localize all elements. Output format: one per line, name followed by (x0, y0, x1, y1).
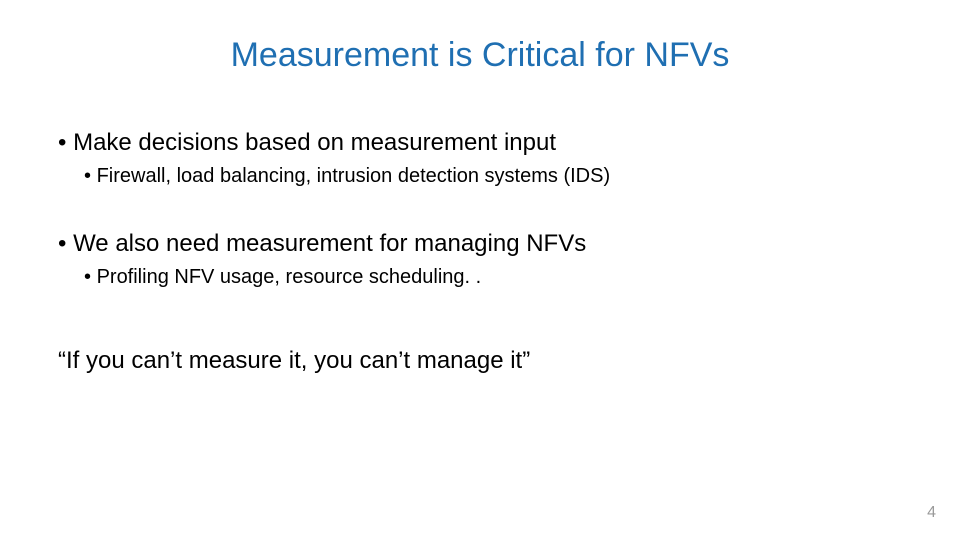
bullet-item: Make decisions based on measurement inpu… (58, 128, 902, 158)
sub-bullet-item: Firewall, load balancing, intrusion dete… (84, 164, 902, 189)
slide-title: Measurement is Critical for NFVs (0, 36, 960, 75)
slide: Measurement is Critical for NFVs Make de… (0, 0, 960, 540)
sub-bullet-item: Profiling NFV usage, resource scheduling… (84, 265, 902, 290)
page-number: 4 (927, 504, 936, 522)
bullet-item: We also need measurement for managing NF… (58, 229, 902, 259)
slide-body: Make decisions based on measurement inpu… (58, 128, 902, 376)
quote-text: “If you can’t measure it, you can’t mana… (58, 346, 902, 376)
